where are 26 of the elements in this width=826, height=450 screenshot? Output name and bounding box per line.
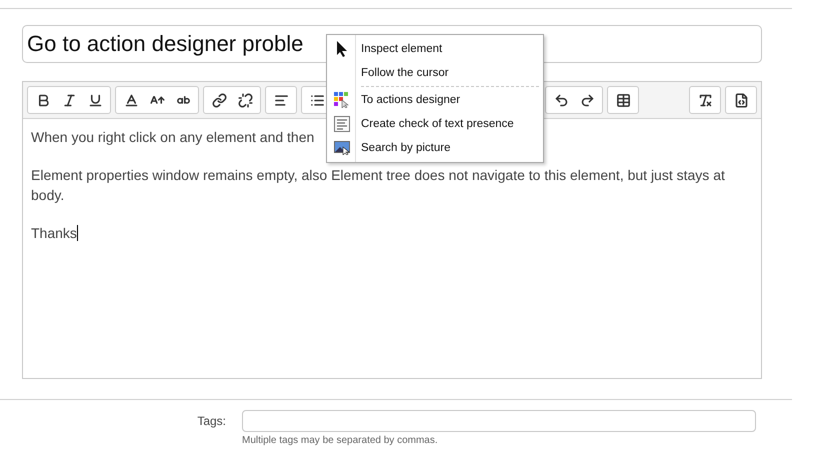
color-grid-icon: [334, 92, 350, 108]
underline-icon: [88, 92, 102, 108]
tags-label: Tags:: [197, 414, 226, 428]
undo-icon: [554, 92, 568, 108]
text-lines-icon: [334, 116, 350, 132]
table-icon: [616, 92, 630, 108]
italic-icon: [62, 92, 76, 108]
remove-format-icon: [698, 92, 712, 108]
tags-hint: Multiple tags may be separated by commas.: [242, 435, 439, 446]
menu-item[interactable]: To actions designer: [327, 88, 543, 112]
source-icon: [734, 92, 748, 108]
link-icon: [212, 92, 226, 108]
menu-item[interactable]: Inspect element: [327, 37, 543, 61]
paragraph-text: Thanks: [31, 224, 79, 243]
picture-icon: [334, 141, 350, 155]
paragraph-text: Element properties window remains empty, also Element tree does not navigate to this element, but just stays at body.: [31, 166, 726, 205]
unlink-icon: [238, 92, 252, 108]
menu-item[interactable]: Search by picture: [327, 136, 543, 160]
redo-icon: [580, 92, 594, 108]
align-left-icon: [274, 92, 288, 108]
text-color-icon: [124, 92, 138, 108]
menu-item[interactable]: Create check of text presence: [327, 112, 543, 136]
list-icon: [310, 92, 324, 108]
text-caret: [76, 225, 78, 241]
pointer-icon: [336, 41, 348, 57]
tags-field[interactable]: [242, 410, 756, 432]
